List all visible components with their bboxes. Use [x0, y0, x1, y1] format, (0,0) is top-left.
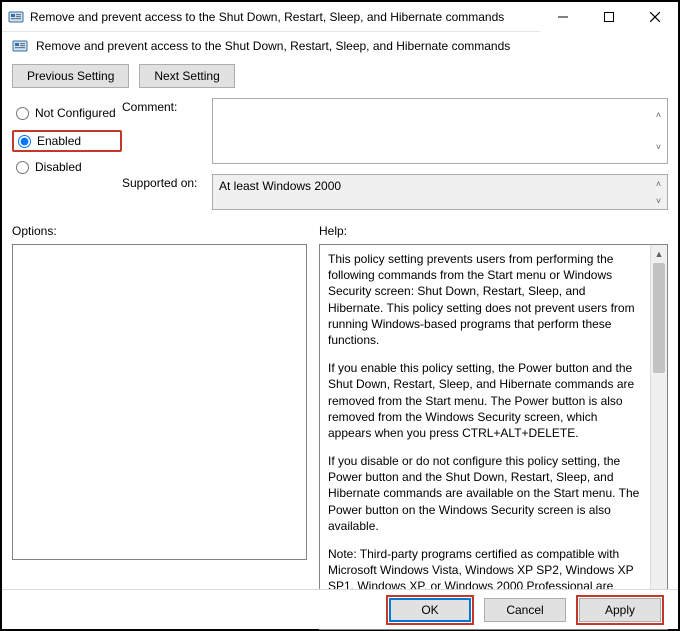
- radio-disabled-label: Disabled: [35, 160, 82, 174]
- options-box: [12, 244, 307, 560]
- chevron-down-icon[interactable]: ˅: [650, 131, 667, 163]
- titlebar: Remove and prevent access to the Shut Do…: [2, 2, 678, 32]
- apply-highlight: Apply: [576, 595, 664, 625]
- help-column: Help: This policy setting prevents users…: [319, 224, 668, 560]
- policy-header: Remove and prevent access to the Shut Do…: [2, 32, 678, 58]
- scroll-thumb[interactable]: [653, 263, 665, 373]
- radio-enabled-label: Enabled: [37, 134, 81, 148]
- help-scrollbar[interactable]: ▲ ▼: [650, 245, 667, 629]
- window-title: Remove and prevent access to the Shut Do…: [30, 10, 540, 24]
- policy-icon: [8, 9, 24, 25]
- supported-scroll[interactable]: ˄ ˅: [650, 175, 667, 209]
- help-text: This policy setting prevents users from …: [320, 245, 650, 629]
- apply-button[interactable]: Apply: [579, 598, 661, 622]
- window-controls: [540, 2, 678, 32]
- supported-on-box: At least Windows 2000 ˄ ˅: [212, 174, 668, 210]
- radio-not-configured-input[interactable]: [16, 107, 29, 120]
- maximize-button[interactable]: [586, 2, 632, 32]
- radio-not-configured-label: Not Configured: [35, 106, 116, 120]
- comment-input[interactable]: ˄ ˅: [212, 98, 668, 164]
- chevron-down-icon[interactable]: ˅: [650, 192, 667, 209]
- help-box: This policy setting prevents users from …: [319, 244, 668, 630]
- comment-label: Comment:: [122, 98, 212, 114]
- chevron-up-icon[interactable]: ˄: [650, 175, 667, 192]
- minimize-button[interactable]: [540, 2, 586, 32]
- help-paragraph: If you disable or do not configure this …: [328, 453, 642, 534]
- scroll-up-icon[interactable]: ▲: [651, 245, 667, 262]
- state-radios: Not Configured Enabled Disabled: [12, 98, 122, 210]
- cancel-button[interactable]: Cancel: [484, 598, 566, 622]
- nav-row: Previous Setting Next Setting: [2, 58, 678, 98]
- supported-on-value: At least Windows 2000: [219, 179, 341, 193]
- options-label: Options:: [12, 224, 307, 238]
- options-column: Options:: [12, 224, 307, 560]
- ok-highlight: OK: [386, 595, 474, 625]
- next-setting-button[interactable]: Next Setting: [139, 64, 234, 88]
- chevron-up-icon[interactable]: ˄: [650, 99, 667, 131]
- meta-column: Comment: ˄ ˅ Supported on: At least Wind…: [122, 98, 668, 210]
- config-area: Not Configured Enabled Disabled Comment:…: [2, 98, 678, 210]
- radio-disabled-input[interactable]: [16, 161, 29, 174]
- radio-enabled[interactable]: Enabled: [12, 130, 122, 152]
- supported-label: Supported on:: [122, 174, 212, 190]
- policy-icon: [12, 38, 28, 54]
- lower-area: Options: Help: This policy setting preve…: [2, 210, 678, 560]
- policy-title: Remove and prevent access to the Shut Do…: [36, 39, 510, 53]
- dialog-footer: OK Cancel Apply: [2, 589, 678, 629]
- radio-enabled-input[interactable]: [18, 135, 31, 148]
- ok-button[interactable]: OK: [389, 598, 471, 622]
- previous-setting-button[interactable]: Previous Setting: [12, 64, 129, 88]
- radio-disabled[interactable]: Disabled: [12, 156, 122, 178]
- help-paragraph: This policy setting prevents users from …: [328, 251, 642, 348]
- help-label: Help:: [319, 224, 668, 238]
- comment-scroll[interactable]: ˄ ˅: [650, 99, 667, 163]
- help-paragraph: If you enable this policy setting, the P…: [328, 360, 642, 441]
- close-button[interactable]: [632, 2, 678, 32]
- radio-not-configured[interactable]: Not Configured: [12, 102, 122, 124]
